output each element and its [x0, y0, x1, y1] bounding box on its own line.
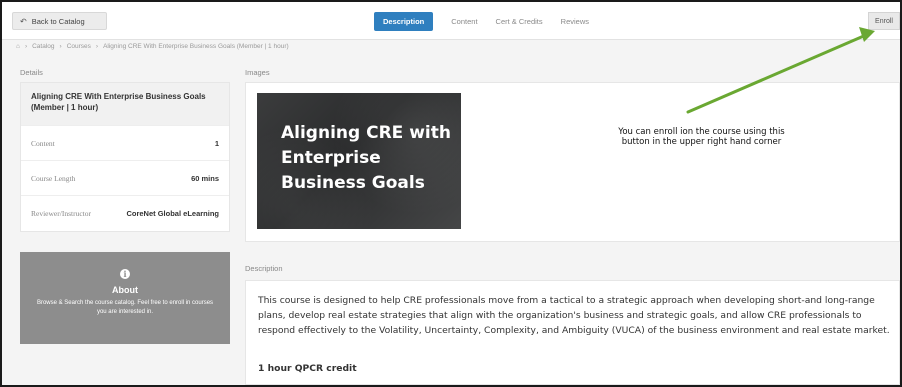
back-to-catalog-label: Back to Catalog — [31, 16, 85, 26]
detail-key: Course Length — [31, 173, 76, 183]
detail-value: 1 — [214, 138, 219, 148]
credit-text: 1 hour QPCR credit — [258, 363, 357, 374]
back-to-catalog-button[interactable]: ↶ Back to Catalog — [12, 12, 107, 30]
details-section-label: Details — [20, 68, 43, 77]
tab-cert-credits[interactable]: Cert & Credits — [496, 17, 543, 26]
top-bar: ↶ Back to Catalog Description Content Ce… — [2, 2, 900, 40]
breadcrumb-separator-icon: › — [95, 42, 99, 50]
home-icon[interactable]: ⌂ — [16, 43, 20, 50]
breadcrumb-separator-icon: › — [59, 42, 62, 50]
enroll-button[interactable]: Enroll — [868, 12, 900, 30]
tab-bar: Description Content Cert & Credits Revie… — [374, 11, 607, 31]
detail-value: CoreNet Global eLearning — [126, 208, 219, 218]
tab-content[interactable]: Content — [451, 17, 477, 26]
annotation-text: You can enroll ion the course using this… — [618, 127, 785, 147]
breadcrumb: ⌂ › Catalog › Courses › Aligning CRE Wit… — [16, 40, 294, 52]
images-section-label: Images — [245, 68, 270, 77]
course-title: Aligning CRE With Enterprise Business Go… — [21, 83, 229, 125]
breadcrumb-courses[interactable]: Courses — [67, 43, 91, 50]
breadcrumb-current: Aligning CRE With Enterprise Business Go… — [103, 42, 289, 50]
info-icon: i — [120, 269, 130, 279]
tab-description[interactable]: Description — [374, 11, 434, 31]
detail-value: 60 mins — [191, 173, 219, 183]
back-arrow-icon: ↶ — [20, 16, 27, 26]
breadcrumb-catalog[interactable]: Catalog — [32, 43, 54, 50]
app-window: ↶ Back to Catalog Description Content Ce… — [0, 0, 902, 387]
details-card: Aligning CRE With Enterprise Business Go… — [20, 82, 230, 232]
about-text: Browse & Search the course catalog. Feel… — [36, 300, 214, 315]
detail-key: Reviewer/Instructor — [31, 208, 91, 218]
course-image: Aligning CRE with Enterprise Business Go… — [257, 93, 461, 229]
tab-reviews[interactable]: Reviews — [561, 17, 589, 26]
detail-row-course-length: Course Length 60 mins — [21, 160, 229, 195]
description-text: This course is designed to help CRE prof… — [258, 295, 890, 336]
detail-row-reviewer: Reviewer/Instructor CoreNet Global eLear… — [21, 195, 229, 230]
detail-key: Content — [31, 138, 55, 148]
course-image-title: Aligning CRE with Enterprise Business Go… — [281, 123, 451, 193]
about-card: i About Browse & Search the course catal… — [20, 252, 230, 344]
detail-row-content: Content 1 — [21, 125, 229, 160]
breadcrumb-separator-icon: › — [24, 42, 28, 50]
about-title: About — [112, 285, 138, 295]
description-section-label: Description — [245, 264, 283, 273]
